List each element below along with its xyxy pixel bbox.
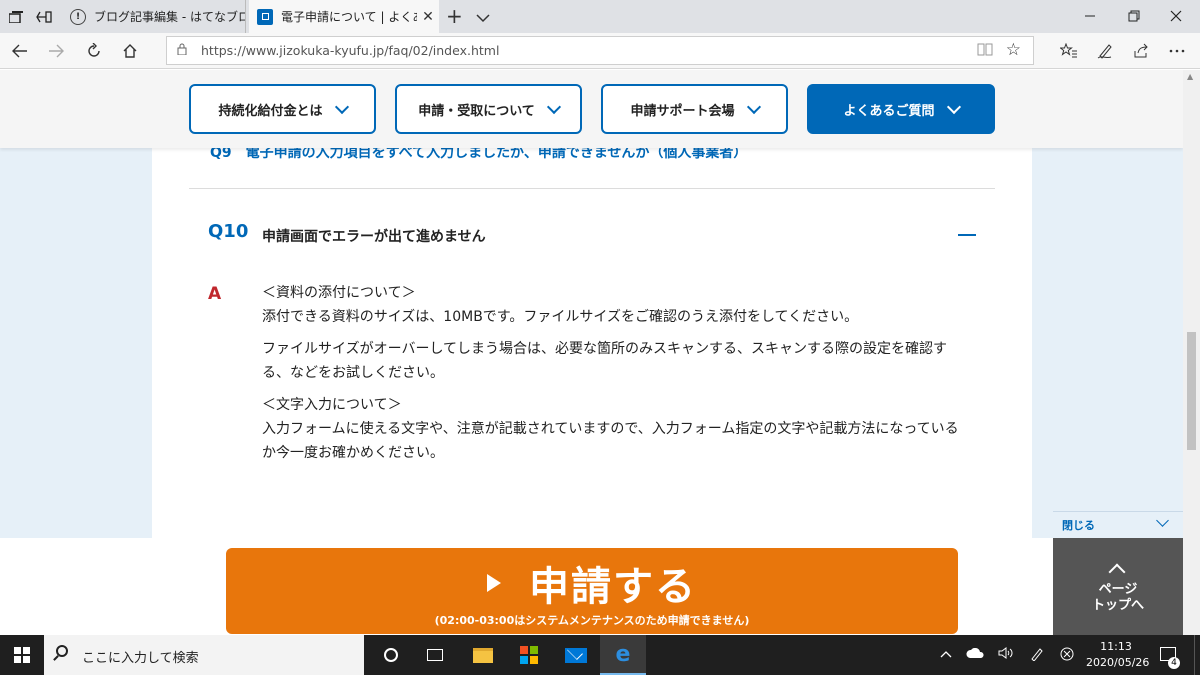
tab-manager-icon[interactable]: [6, 7, 26, 27]
apply-button-label: 申請する: [529, 564, 697, 610]
close-panel-bar[interactable]: 閉じる: [1053, 511, 1183, 538]
show-desktop-button[interactable]: [1194, 635, 1200, 675]
site-global-nav: 持続化給付金とは 申請・受取について 申請サポート会場 よくあるご質問: [0, 70, 1183, 148]
chevron-up-icon: [1108, 563, 1126, 581]
browser-tab-bar: ! ブログ記事編集 - はてなブログ 電子申請について | よくあ ✕ +: [0, 0, 1200, 33]
tab-title: 電子申請について | よくあ: [281, 10, 417, 24]
play-triangle-icon: [487, 574, 501, 592]
apply-button[interactable]: 申請する (02:00-03:00はシステムメンテナンスのため申請できません): [226, 548, 958, 634]
file-explorer-icon[interactable]: [460, 635, 506, 675]
divider: [189, 188, 995, 189]
favorites-hub-icon[interactable]: [1058, 40, 1080, 62]
browser-toolbar: https://www.jizokuka-kyufu.jp/faq/02/ind…: [0, 33, 1200, 69]
page-top-label: ページ トップへ: [1053, 582, 1183, 614]
chevron-down-icon: [546, 99, 561, 114]
share-icon[interactable]: [1130, 40, 1152, 62]
page-top-line1: ページ: [1098, 582, 1138, 597]
scroll-thumb[interactable]: [1187, 332, 1196, 450]
mail-icon[interactable]: [553, 635, 599, 675]
tab-title: ブログ記事編集 - はてなブログ: [94, 10, 245, 24]
page-top-button[interactable]: ページ トップへ: [1053, 538, 1183, 635]
onedrive-cloud-icon[interactable]: [966, 647, 984, 661]
nav-faq[interactable]: よくあるご質問: [807, 84, 995, 134]
answer-mark: A: [208, 284, 222, 304]
answer-text: 入力フォームに使える文字や、注意が記載されていますので、入力フォーム指定の文字や…: [262, 421, 959, 461]
url-text: https://www.jizokuka-kyufu.jp/faq/02/ind…: [201, 43, 500, 58]
page-scrollbar[interactable]: ▲: [1183, 70, 1200, 538]
chevron-down-icon: [946, 99, 961, 114]
answer-text: 添付できる資料のサイズは、10MBです。ファイルサイズをご確認のうえ添付をしてく…: [262, 309, 859, 325]
refresh-icon[interactable]: [83, 40, 105, 62]
home-icon[interactable]: [119, 40, 141, 62]
tab-faq[interactable]: 電子申請について | よくあ ✕: [249, 0, 439, 33]
search-placeholder: ここに入力して検索: [82, 651, 199, 666]
store-icon[interactable]: [506, 635, 552, 675]
apply-button-main: 申請する: [226, 554, 958, 612]
taskbar-search-box[interactable]: ここに入力して検索: [44, 635, 364, 675]
edge-browser-icon[interactable]: e: [600, 635, 646, 675]
question-number: Q10: [208, 221, 249, 242]
nav-about[interactable]: 持続化給付金とは: [189, 84, 376, 134]
nav-application[interactable]: 申請・受取について: [395, 84, 582, 134]
nav-label: 申請・受取について: [418, 103, 535, 119]
pen-notes-icon[interactable]: [1094, 40, 1116, 62]
forward-arrow-icon[interactable]: [45, 40, 67, 62]
address-bar[interactable]: https://www.jizokuka-kyufu.jp/faq/02/ind…: [166, 36, 1034, 65]
clock-date: 2020/05/26: [1086, 656, 1150, 669]
chevron-down-icon: [1156, 514, 1169, 527]
collapse-minus-icon[interactable]: [958, 234, 976, 236]
windows-start-icon[interactable]: [14, 647, 30, 663]
network-disconnected-icon[interactable]: [1060, 647, 1074, 664]
lock-icon: [177, 43, 187, 58]
apply-button-note: (02:00-03:00はシステムメンテナンスのため申請できません): [434, 614, 750, 627]
volume-icon[interactable]: [998, 647, 1014, 662]
tab-list-chevron-icon[interactable]: [476, 8, 490, 27]
notification-count-badge: 4: [1168, 657, 1180, 669]
chevron-down-icon: [746, 99, 761, 114]
scroll-up-icon[interactable]: ▲: [1187, 72, 1193, 81]
restore-icon[interactable]: [1124, 6, 1144, 26]
answer-heading-attachment: ＜資料の添付について＞: [262, 285, 416, 301]
clock-time: 11:13: [1100, 640, 1132, 653]
windows-taskbar: ここに入力して検索 e 11:13 2020/05/26 4: [0, 635, 1200, 675]
answer-heading-text-input: ＜文字入力について＞: [262, 397, 402, 413]
nav-label: 申請サポート会場: [630, 103, 735, 119]
favorite-star-icon[interactable]: ☆: [1006, 40, 1021, 60]
minimize-icon[interactable]: [1080, 6, 1100, 26]
cortana-icon[interactable]: [368, 635, 414, 675]
reading-view-icon[interactable]: [977, 42, 993, 60]
task-view-icon[interactable]: [412, 635, 458, 675]
new-tab-icon[interactable]: +: [446, 4, 463, 28]
system-clock[interactable]: 11:13 2020/05/26: [1086, 639, 1150, 671]
tab-blog-editor[interactable]: ! ブログ記事編集 - はてなブログ: [62, 0, 246, 33]
window-close-icon[interactable]: [1166, 6, 1186, 26]
show-hidden-icons-chevron-icon[interactable]: [940, 647, 952, 661]
page-top-line2: トップへ: [1091, 598, 1144, 613]
nav-label: 持続化給付金とは: [218, 103, 323, 119]
tab-back-icon[interactable]: [34, 7, 54, 27]
answer-body: ＜資料の添付について＞ 添付できる資料のサイズは、10MBです。ファイルサイズを…: [262, 281, 962, 473]
more-menu-icon[interactable]: [1166, 40, 1188, 62]
web-page: Q9 電子申請の入力項目をすべて入力しましたが、申請できませんか（個人事業者） …: [0, 70, 1183, 538]
site-favicon-icon: [257, 8, 273, 25]
cta-band: 申請する (02:00-03:00はシステムメンテナンスのため申請できません): [0, 538, 1053, 635]
answer-text: ファイルサイズがオーバーしてしまう場合は、必要な箇所のみスキャンする、スキャンす…: [262, 341, 948, 381]
tab-close-icon[interactable]: ✕: [417, 9, 439, 25]
nav-support-venue[interactable]: 申請サポート会場: [601, 84, 788, 134]
scrollbar-track-bottom: [1183, 538, 1200, 635]
nav-label: よくあるご質問: [843, 103, 935, 119]
hatena-favicon-icon: !: [70, 8, 86, 25]
pen-workspace-icon[interactable]: [1030, 647, 1044, 664]
question-title[interactable]: 申請画面でエラーが出て進めません: [262, 226, 486, 246]
back-arrow-icon[interactable]: [9, 40, 31, 62]
close-label: 閉じる: [1062, 519, 1095, 532]
chevron-down-icon: [334, 99, 349, 114]
search-icon: [56, 645, 68, 657]
